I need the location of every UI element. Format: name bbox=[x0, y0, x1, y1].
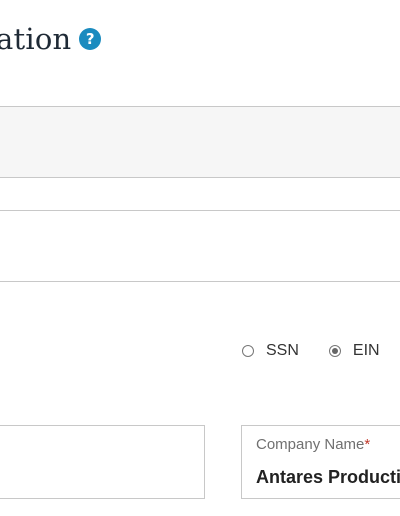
text-field-1-input[interactable] bbox=[0, 107, 400, 177]
id-number-field[interactable] bbox=[0, 425, 205, 499]
section-heading: ation ? bbox=[0, 22, 102, 56]
help-icon[interactable]: ? bbox=[79, 28, 102, 50]
company-name-field[interactable]: Company Name* bbox=[241, 425, 400, 499]
text-field-1[interactable] bbox=[0, 106, 400, 178]
radio-ssn-label: SSN bbox=[266, 342, 299, 359]
form-page: ation ? SSN EIN Company Name* bbox=[0, 0, 400, 516]
radio-ein-label: EIN bbox=[352, 342, 380, 359]
required-marker: * bbox=[364, 436, 371, 453]
text-field-2[interactable] bbox=[0, 210, 400, 282]
radio-ssn[interactable]: SSN bbox=[242, 342, 299, 360]
radio-ssn-circle[interactable] bbox=[242, 345, 254, 357]
text-field-2-input[interactable] bbox=[0, 211, 400, 281]
radio-ein-circle[interactable] bbox=[328, 345, 341, 357]
section-title: ation bbox=[0, 22, 72, 56]
tax-id-type-radio-group: SSN EIN bbox=[242, 342, 380, 360]
company-name-label-text: Company Name bbox=[256, 436, 365, 453]
id-number-input[interactable] bbox=[0, 426, 204, 498]
company-name-input[interactable] bbox=[242, 464, 400, 490]
company-name-label: Company Name* bbox=[256, 436, 370, 453]
radio-ein[interactable]: EIN bbox=[328, 342, 380, 360]
